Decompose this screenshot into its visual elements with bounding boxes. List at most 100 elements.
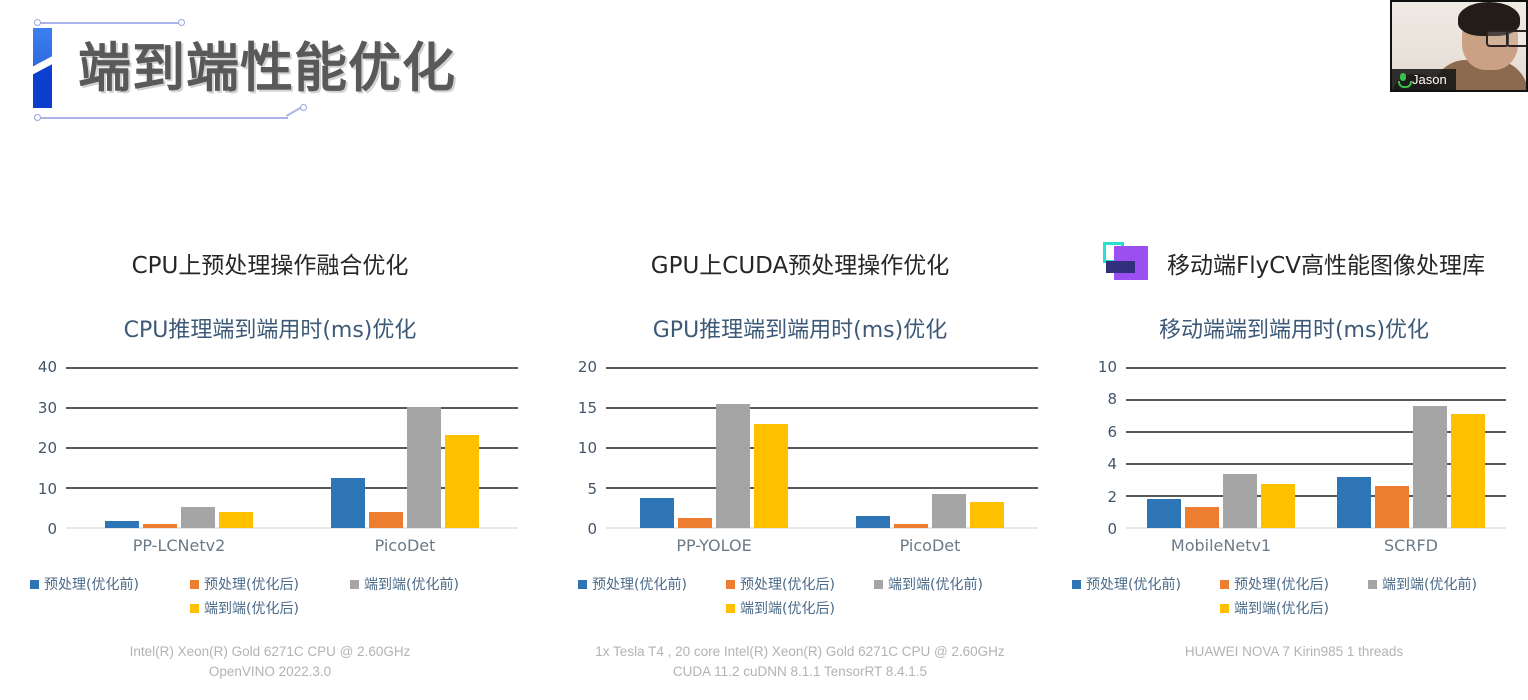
legend-item: 端到端(优化前)	[874, 574, 1022, 594]
chart-bar	[1223, 474, 1257, 528]
chart-plot-cpu: 0 10 20 30 40 PP-LCNetv2 PicoDet	[0, 358, 540, 555]
legend-item: 端到端(优化后)	[190, 598, 350, 618]
chart-y-axis-tick: 8	[1107, 390, 1117, 409]
chart-plot-mobile: 0 2 4 6 8 10 MobileNetv1 SCRFD	[1060, 358, 1528, 555]
chart-y-axis-tick: 5	[587, 479, 597, 498]
column-gpu: GPU上CUDA预处理操作优化 GPU推理端到端用时(ms)优化 0 5 10 15 2…	[540, 240, 1060, 700]
legend-item: 端到端(优化前)	[1368, 574, 1516, 594]
title-frame-top-line	[38, 22, 184, 24]
title-accent-bar	[33, 28, 52, 108]
column-heading-cpu: CPU上预处理操作融合优化	[0, 240, 540, 286]
legend-label: 端到端(优化后)	[204, 601, 299, 617]
chart-plot-area: 0 10 20 30 40 PP-LCNetv2 PicoDet	[38, 358, 518, 555]
legend-swatch-icon	[190, 579, 199, 589]
footnote-line-1: Intel(R) Xeon(R) Gold 6271C CPU @ 2.60GH…	[129, 644, 411, 659]
chart-bar-group: SCRFD	[1316, 368, 1506, 555]
chart-x-axis-label: PP-YOLOE	[676, 536, 752, 555]
chart-bar	[369, 512, 403, 528]
chart-bars: MobileNetv1 SCRFD	[1126, 368, 1506, 555]
column-heading-text: CPU上预处理操作融合优化	[131, 253, 409, 279]
legend-swatch-icon	[1220, 579, 1229, 589]
webcam-name-chip: Jason	[1392, 69, 1456, 90]
legend-label: 预处理(优化前)	[1086, 577, 1181, 593]
chart-bar-group: PP-LCNetv2	[66, 368, 292, 555]
chart-y-axis-tick: 0	[47, 520, 57, 538]
chart-y-axis-tick: 20	[37, 439, 57, 457]
chart-bar	[1337, 476, 1371, 528]
legend-item: 预处理(优化前)	[578, 574, 726, 594]
chart-x-axis-label: PP-LCNetv2	[132, 536, 226, 555]
legend-swatch-icon	[350, 579, 359, 589]
chart-y-axis-tick: 0	[1107, 520, 1117, 538]
chart-bar	[1375, 485, 1409, 528]
webcam-video-tile[interactable]: Jason	[1390, 0, 1528, 92]
chart-bar	[105, 520, 139, 528]
chart-footnote-gpu: 1x Tesla T4 , 20 core Intel(R) Xeon(R) G…	[540, 642, 1060, 683]
chart-y-axis-tick: 30	[37, 398, 57, 417]
legend-swatch-icon	[1368, 579, 1377, 589]
chart-bar-group: PicoDet	[292, 368, 518, 555]
chart-bar	[678, 518, 712, 528]
legend-swatch-icon	[30, 579, 39, 589]
legend-item: 预处理(优化前)	[1072, 574, 1220, 594]
chart-bar	[407, 406, 441, 528]
chart-title-gpu: GPU推理端到端用时(ms)优化	[652, 318, 948, 343]
chart-bar	[1147, 499, 1181, 528]
column-heading-gpu: GPU上CUDA预处理操作优化	[540, 240, 1060, 286]
legend-swatch-icon	[190, 603, 199, 613]
legend-label: 端到端(优化前)	[364, 577, 459, 593]
footnote-line-1: 1x Tesla T4 , 20 core Intel(R) Xeon(R) G…	[595, 644, 1005, 659]
legend-label: 预处理(优化前)	[592, 577, 687, 593]
chart-bars: PP-YOLOE PicoDet	[606, 368, 1038, 555]
chart-bar	[856, 516, 890, 528]
chart-title-cpu: CPU推理端到端用时(ms)优化	[123, 318, 417, 343]
chart-y-axis-tick: 6	[1107, 422, 1117, 441]
legend-item: 预处理(优化后)	[726, 574, 874, 594]
flycv-logo-icon	[1102, 240, 1153, 286]
page-title: 端到端性能优化	[78, 38, 456, 99]
chart-bar	[640, 498, 674, 528]
column-heading-text: GPU上CUDA预处理操作优化	[650, 253, 950, 279]
chart-bar	[1185, 507, 1219, 528]
legend-swatch-icon	[726, 579, 735, 589]
chart-bar	[754, 424, 788, 528]
chart-bar-group: PP-YOLOE	[606, 368, 822, 555]
legend-label: 预处理(优化后)	[204, 577, 299, 593]
webcam-glasses-right	[1506, 30, 1526, 47]
chart-bar	[716, 404, 750, 528]
webcam-participant-name: Jason	[1412, 72, 1447, 87]
footnote-line-2: CUDA 11.2 cuDNN 8.1.1 TensorRT 8.4.1.5	[672, 664, 928, 680]
chart-y-axis-tick: 40	[37, 358, 57, 376]
chart-bar	[219, 512, 253, 528]
chart-plot-area: 0 2 4 6 8 10 MobileNetv1 SCRFD	[1098, 358, 1506, 555]
footnote-line-2: OpenVINO 2022.3.0	[208, 664, 332, 680]
chart-legend-gpu: 预处理(优化前) 预处理(优化后) 端到端(优化前) 端到端(优化后)	[540, 572, 1060, 620]
chart-bar	[1261, 484, 1295, 528]
column-heading-text: 移动端FlyCV高性能图像处理库	[1166, 253, 1486, 279]
title-frame-dot-bottom-left	[34, 114, 41, 121]
legend-swatch-icon	[1220, 603, 1229, 613]
footnote-line-1: HUAWEI NOVA 7 Kirin985 1 threads	[1184, 644, 1404, 659]
chart-x-axis-label: MobileNetv1	[1170, 536, 1272, 555]
chart-bars: PP-LCNetv2 PicoDet	[66, 368, 518, 555]
legend-label: 端到端(优化前)	[1382, 577, 1477, 593]
chart-legend-mobile: 预处理(优化前) 预处理(优化后) 端到端(优化前) 端到端(优化后)	[1060, 572, 1528, 620]
chart-y-axis-tick: 4	[1107, 455, 1117, 474]
chart-y-axis-tick: 2	[1107, 487, 1117, 506]
legend-item: 预处理(优化前)	[30, 574, 190, 594]
chart-bar	[932, 494, 966, 528]
chart-y-axis-tick: 20	[577, 358, 597, 376]
legend-swatch-icon	[874, 579, 883, 589]
chart-bar	[1413, 406, 1447, 528]
chart-footnote-mobile: HUAWEI NOVA 7 Kirin985 1 threads	[1060, 642, 1528, 662]
column-heading-mobile: 移动端FlyCV高性能图像处理库	[1060, 240, 1528, 286]
chart-y-axis-tick: 0	[587, 520, 597, 538]
title-frame-dot-top-left	[34, 19, 41, 26]
chart-title-mobile: 移动端端到端用时(ms)优化	[1158, 318, 1430, 343]
chart-y-axis-tick: 10	[1097, 358, 1117, 376]
chart-bar	[331, 478, 365, 528]
microphone-icon	[1396, 72, 1412, 88]
legend-label: 端到端(优化后)	[1234, 601, 1329, 617]
chart-x-axis-label: PicoDet	[899, 536, 961, 555]
legend-swatch-icon	[578, 579, 587, 589]
